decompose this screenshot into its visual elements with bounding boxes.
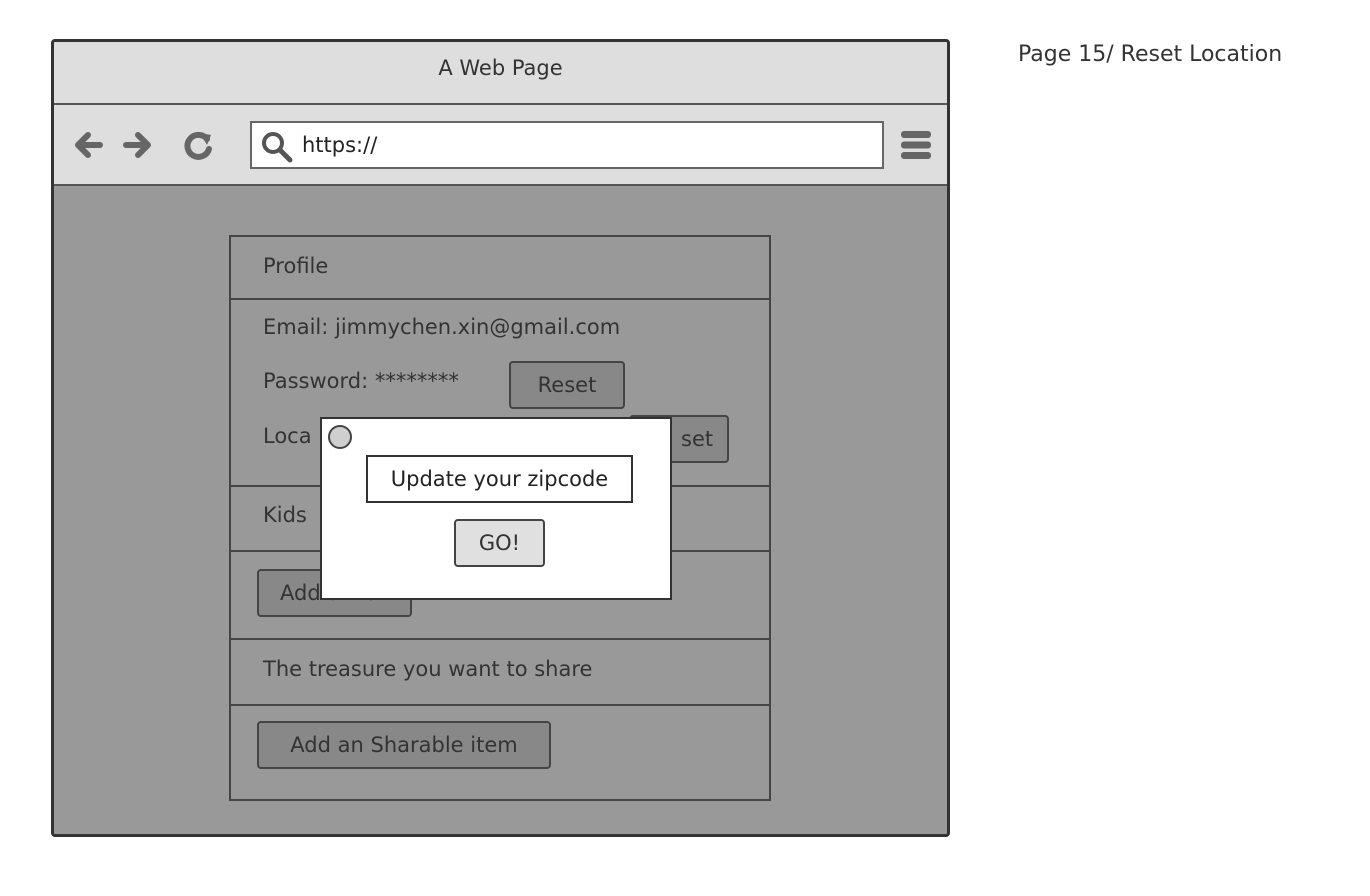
add-item-row: Add an Sharable item	[231, 706, 769, 799]
add-sharable-item-button[interactable]: Add an Sharable item	[257, 721, 551, 769]
arrow-right-icon[interactable]	[120, 127, 156, 163]
close-icon[interactable]	[328, 425, 352, 449]
address-bar[interactable]: https://	[250, 121, 884, 169]
search-icon	[262, 132, 293, 163]
profile-header-row: Profile	[231, 237, 769, 300]
zipcode-input[interactable]: Update your zipcode	[366, 455, 633, 503]
browser-toolbar: https://	[54, 105, 947, 186]
treasure-header: The treasure you want to share	[263, 657, 593, 681]
page-label: Page 15/ Reset Location	[1018, 42, 1283, 67]
password-reset-button[interactable]: Reset	[509, 361, 625, 409]
url-text: https://	[302, 133, 378, 157]
window-title: A Web Page	[54, 42, 947, 105]
profile-header: Profile	[263, 254, 329, 278]
hamburger-menu-icon[interactable]	[898, 127, 934, 163]
go-button[interactable]: GO!	[454, 519, 545, 567]
password-text: Password: ********	[263, 369, 459, 393]
kids-header: Kids	[263, 503, 307, 527]
browser-window: A Web Page https:// Profile Email: jimmy…	[51, 39, 950, 837]
update-zipcode-dialog: Update your zipcode GO!	[320, 417, 672, 600]
treasure-header-row: The treasure you want to share	[231, 640, 769, 706]
reload-icon[interactable]	[180, 127, 216, 163]
location-text: Loca	[263, 424, 312, 448]
arrow-left-icon[interactable]	[70, 127, 106, 163]
email-text: Email: jimmychen.xin@gmail.com	[263, 315, 621, 339]
